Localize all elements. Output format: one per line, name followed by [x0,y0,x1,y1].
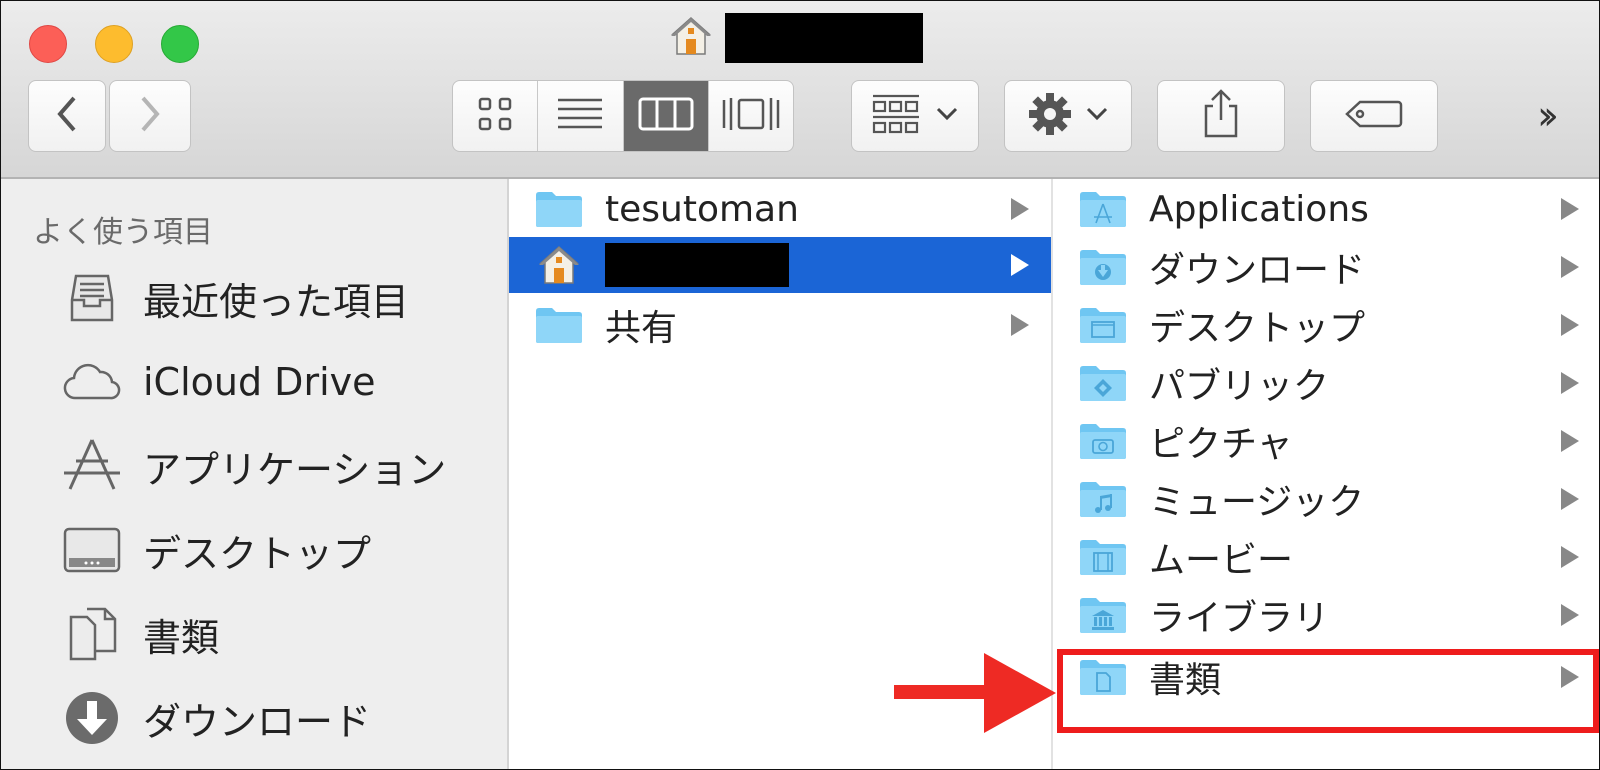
columns-icon [638,96,694,136]
list-item-label: ムービー [1149,540,1294,581]
home-icon [669,14,713,62]
disclosure-arrow-icon [1561,256,1579,278]
library-folder-icon [1077,593,1129,637]
window-title [669,13,923,63]
arrange-menu-button[interactable] [851,80,979,152]
disclosure-arrow-icon [1011,254,1029,276]
sidebar-item-label: 最近使った項目 [143,279,410,324]
disclosure-arrow-icon [1561,430,1579,452]
back-button[interactable] [28,80,106,152]
pictures-folder-icon [1077,419,1129,463]
list-item-shared[interactable]: 共有 [509,297,1051,353]
action-menu-button[interactable] [1004,80,1132,152]
list-item-label: ミュージック [1149,482,1365,523]
sidebar-item-label: デスクトップ [143,531,372,576]
cover-flow-icon [721,94,781,138]
disclosure-arrow-icon [1011,314,1029,336]
disclosure-arrow-icon [1561,604,1579,626]
titlebar-toolbar: ›› [1,1,1599,179]
toolbar-overflow-button[interactable]: ›› [1537,93,1559,139]
tag-icon [1344,98,1404,134]
share-icon [1201,88,1241,144]
sidebar-item-recents[interactable]: 最近使った項目 [61,265,409,331]
redacted-home-name [605,243,789,287]
annotation-arrow-icon [984,653,1056,733]
list-item-movies[interactable]: ムービー [1053,529,1599,585]
cover-flow-view-button[interactable] [709,81,793,151]
list-item-public[interactable]: パブリック [1053,355,1599,411]
list-icon [556,96,604,136]
list-item-applications[interactable]: Applications [1053,181,1599,237]
downloads-folder-icon [1077,245,1129,289]
list-item-music[interactable]: ミュージック [1053,471,1599,527]
list-item-tesutoman[interactable]: tesutoman [509,181,1051,237]
applications-icon [61,436,123,496]
list-item-pictures[interactable]: ピクチャ [1053,413,1599,469]
sidebar-item-label: iCloud Drive [143,360,376,404]
list-item-label: tesutoman [605,188,799,230]
forward-chevron-icon [135,94,165,138]
column-user-folders: tesutoman 共有 [509,179,1053,769]
disclosure-arrow-icon [1561,372,1579,394]
view-mode-control [452,80,794,152]
list-item-label: Applications [1149,188,1369,230]
applications-folder-icon [1077,187,1129,231]
disclosure-arrow-icon [1561,198,1579,220]
sidebar-item-icloud-drive[interactable]: iCloud Drive [61,349,376,415]
home-icon [533,243,585,287]
grid-icon [477,96,513,136]
music-folder-icon [1077,477,1129,521]
downloads-icon [61,688,123,748]
sidebar-item-documents[interactable]: 書類 [61,601,219,667]
folder-icon [533,187,585,231]
list-item-label: デスクトップ [1149,308,1366,349]
sidebar-heading: よく使う項目 [33,215,213,250]
sidebar-item-desktop[interactable]: デスクトップ [61,517,371,583]
minimize-window-button[interactable] [95,25,133,63]
list-item-home-selected[interactable] [509,237,1051,293]
icon-view-button[interactable] [453,81,539,151]
public-folder-icon [1077,361,1129,405]
sidebar-item-label: ダウンロード [143,699,372,744]
tags-button[interactable] [1310,80,1438,152]
chevron-down-icon [935,106,959,126]
column-view-button[interactable] [623,81,709,151]
list-item-label: 共有 [605,308,678,349]
annotation-highlight-box [1057,649,1599,733]
disclosure-arrow-icon [1561,488,1579,510]
desktop-folder-icon [1077,303,1129,347]
sidebar-item-downloads[interactable]: ダウンロード [61,685,371,751]
list-view-button[interactable] [538,81,624,151]
disclosure-arrow-icon [1561,546,1579,568]
close-window-button[interactable] [29,25,67,63]
forward-button[interactable] [109,80,191,152]
sidebar-item-label: アプリケーション [143,447,447,492]
documents-icon [61,604,123,664]
list-item-downloads[interactable]: ダウンロード [1053,239,1599,295]
back-chevron-icon [52,94,82,138]
disclosure-arrow-icon [1561,314,1579,336]
sidebar-item-label: 書類 [143,615,220,660]
arrange-grid-icon [871,92,921,140]
icloud-icon [61,352,123,412]
list-item-label: ライブラリ [1149,598,1330,639]
disclosure-arrow-icon [1011,198,1029,220]
zoom-window-button[interactable] [161,25,199,63]
redacted-title [725,13,923,63]
list-item-library[interactable]: ライブラリ [1053,587,1599,643]
recents-icon [61,268,123,328]
sidebar: よく使う項目 最近使った項目 iCloud Drive アプリケーション デスク… [1,179,509,769]
list-item-label: パブリック [1149,366,1330,407]
folder-icon [533,303,585,347]
chevron-down-icon [1085,106,1109,126]
list-item-label: ダウンロード [1149,250,1366,291]
list-item-label: ピクチャ [1149,424,1293,465]
movies-folder-icon [1077,535,1129,579]
finder-window: ›› よく使う項目 最近使った項目 iCloud Drive アプリケーション … [0,0,1600,770]
share-button[interactable] [1157,80,1285,152]
sidebar-item-applications[interactable]: アプリケーション [61,433,446,499]
list-item-desktop[interactable]: デスクトップ [1053,297,1599,353]
gear-icon [1027,91,1073,141]
desktop-icon [61,520,123,580]
